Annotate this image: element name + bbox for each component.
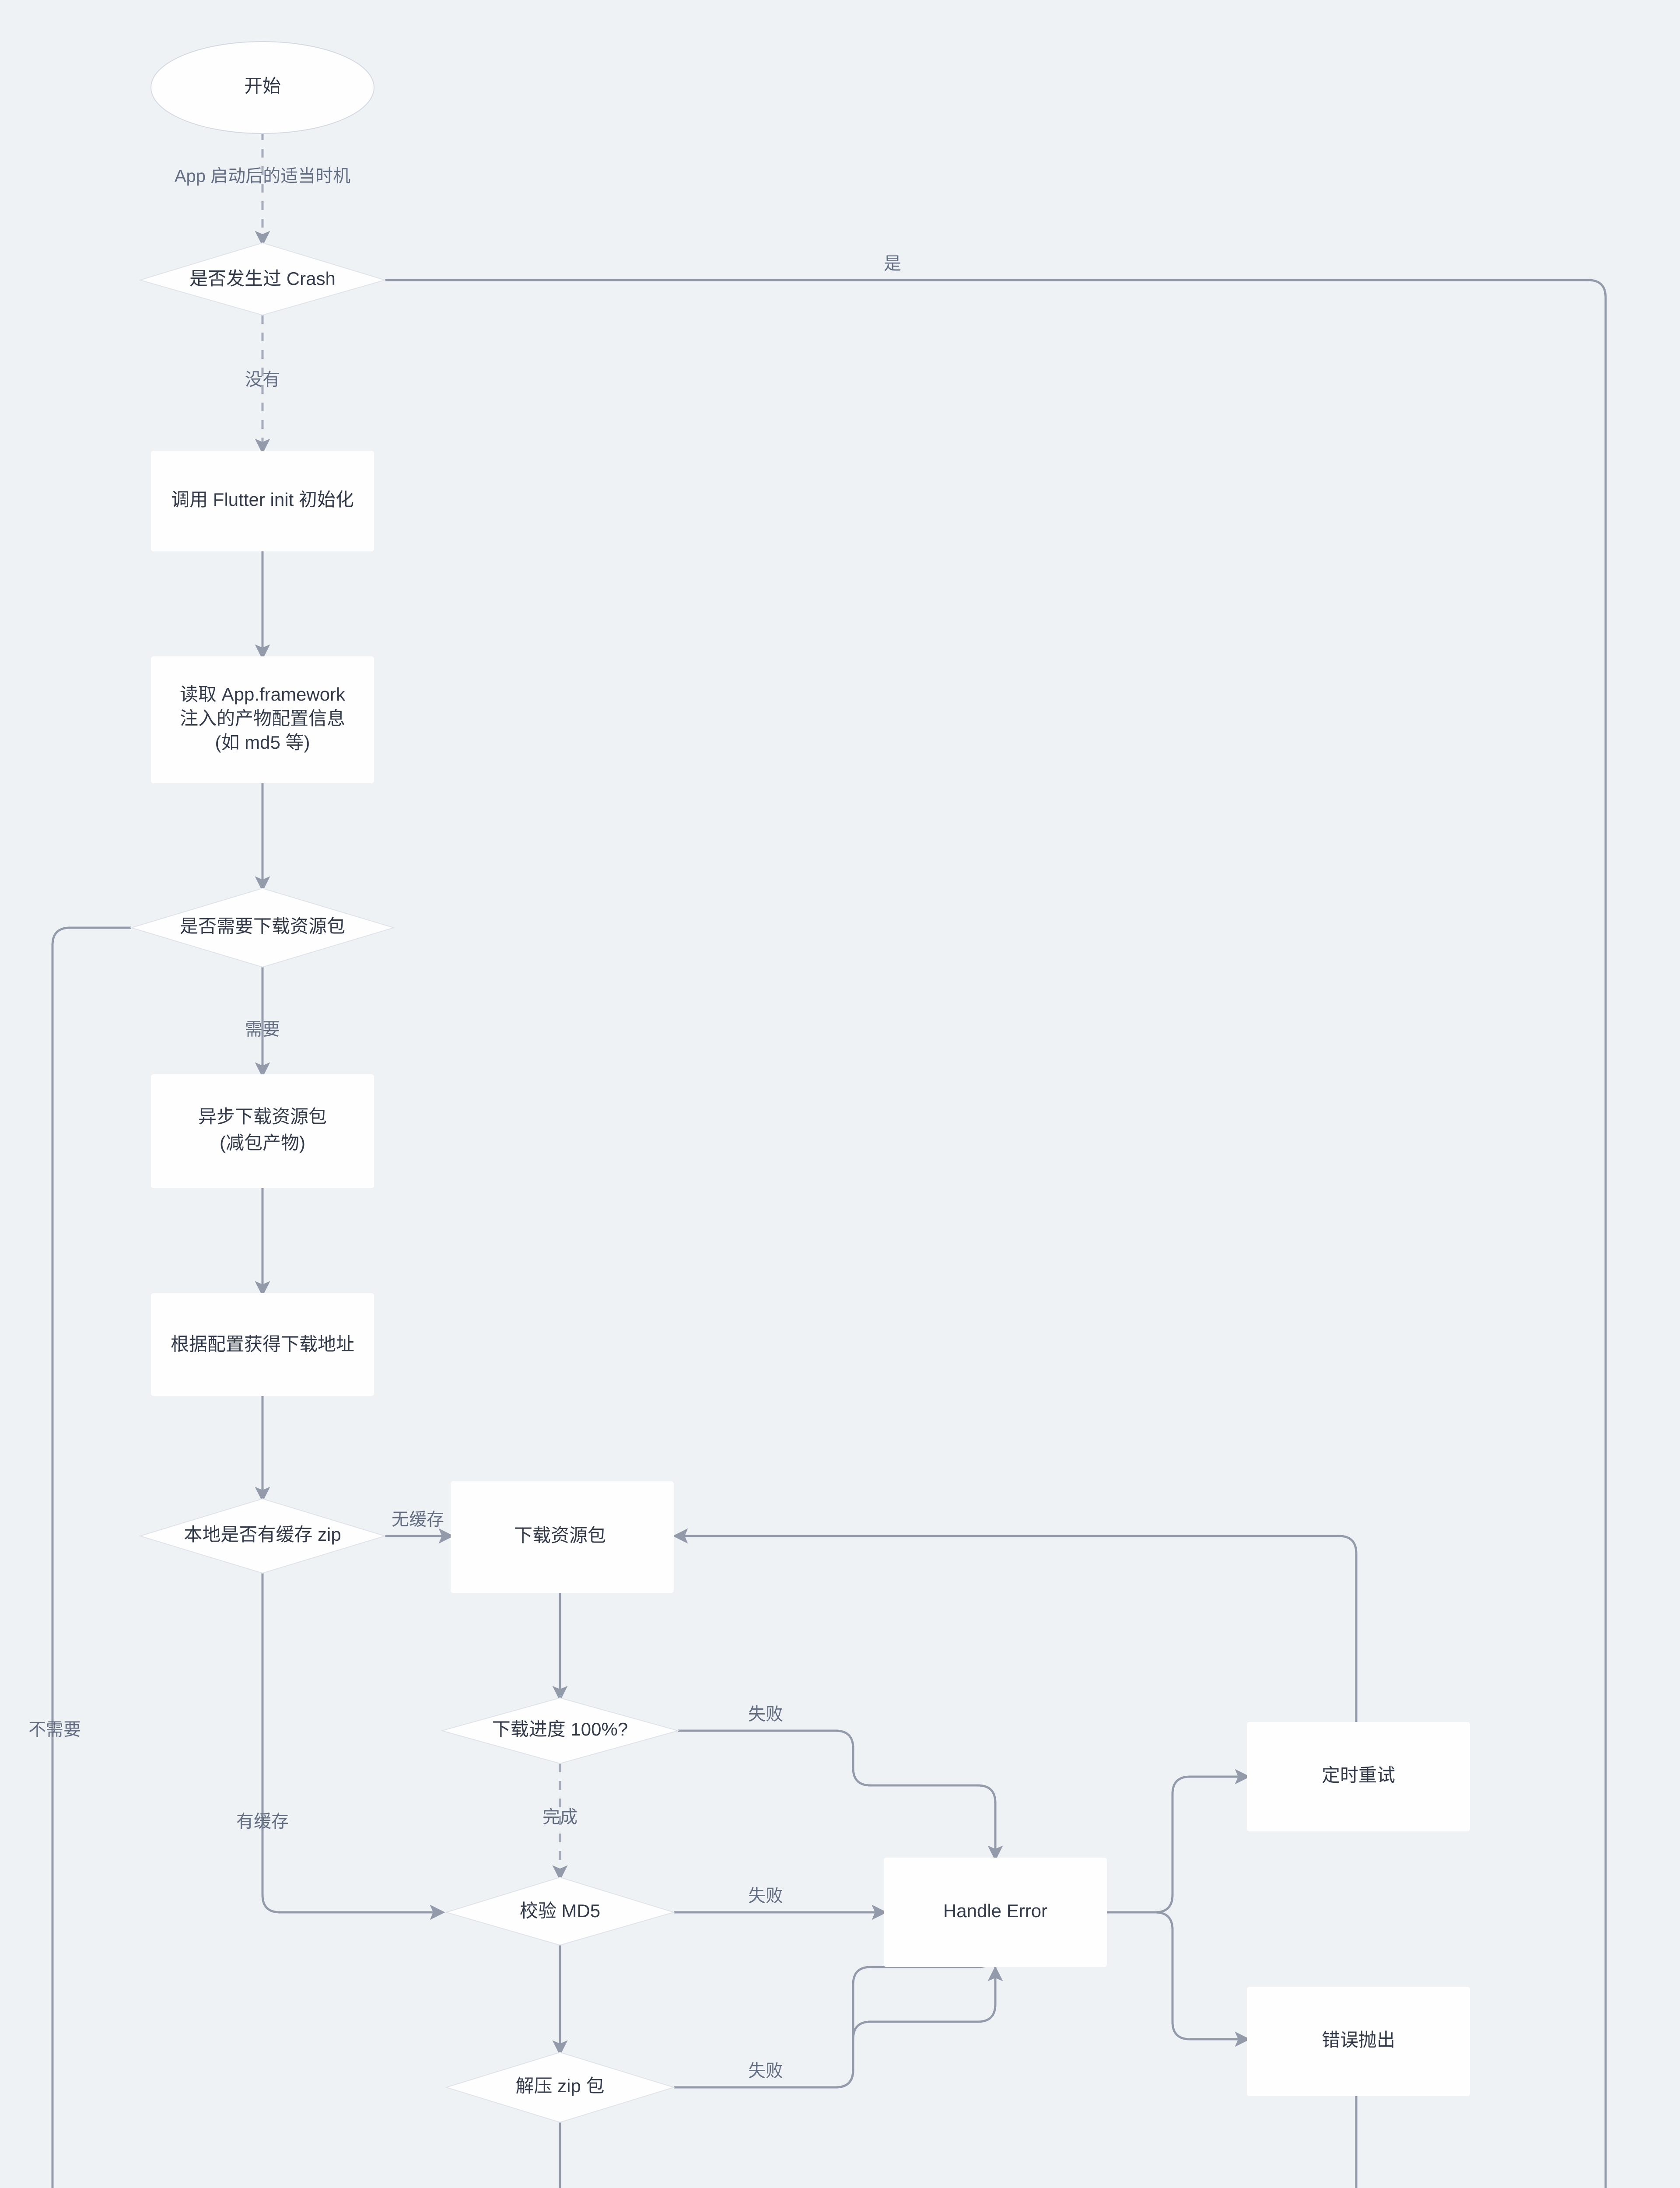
edge-progress-fail [678,1731,995,1858]
node-asyncdl-line2: (减包产物) [220,1133,305,1153]
node-md5-label: 校验 MD5 [520,1900,600,1921]
node-readconfig-line3: (如 md5 等) [215,732,310,753]
node-throw-label: 错误抛出 [1322,2030,1395,2050]
node-hascache-label: 本地是否有缓存 zip [184,1524,341,1545]
edge-hascache-yes [262,1573,442,1912]
edge-label: 没有 [245,370,280,389]
node-crash-label: 是否发生过 Crash [189,268,336,289]
node-geturl-label: 根据配置获得下载地址 [171,1334,354,1354]
node-flutterinit-label: 调用 Flutter init 初始化 [171,489,354,510]
node-readconfig-line1: 读取 App.framework [180,684,346,705]
edge-label: 不需要 [28,1720,81,1739]
edge-unzip-fail [674,1950,995,2087]
node-download-label: 下载资源包 [514,1525,606,1546]
edge-label: 失败 [748,1705,783,1724]
edge-unzip-fail-real [674,1969,995,2087]
node-needdl-label: 是否需要下载资源包 [180,916,345,936]
edge-retry-download [676,1536,1356,1722]
node-unzip-label: 解压 zip 包 [515,2076,604,2096]
flowchart-canvas: App 启动后的适当时机 没有 是 需要 不需要 无缓存 有缓存 完成 失败 失… [0,0,1680,2188]
edge-label: 是 [884,254,901,274]
edge-label: 失败 [748,2062,783,2081]
edge-he-throw [1107,1912,1247,2039]
node-asyncdl-line1: 异步下载资源包 [198,1106,327,1127]
node-start-label: 开始 [244,76,281,96]
edge-label: 失败 [748,1886,783,1906]
node-progress-label: 下载进度 100%? [492,1719,628,1739]
edge-label: 完成 [542,1808,578,1827]
edge-label: App 启动后的适当时机 [175,167,350,186]
node-readconfig-line2: 注入的产物配置信息 [180,708,345,729]
edge-he-retry [1107,1777,1247,1912]
node-asyncdl [151,1074,374,1188]
node-retry-label: 定时重试 [1322,1765,1395,1785]
edge-label: 需要 [245,1020,280,1039]
edge-label: 有缓存 [236,1812,289,1831]
node-handleerror-label: Handle Error [943,1900,1047,1921]
edge-label: 无缓存 [392,1510,444,1529]
